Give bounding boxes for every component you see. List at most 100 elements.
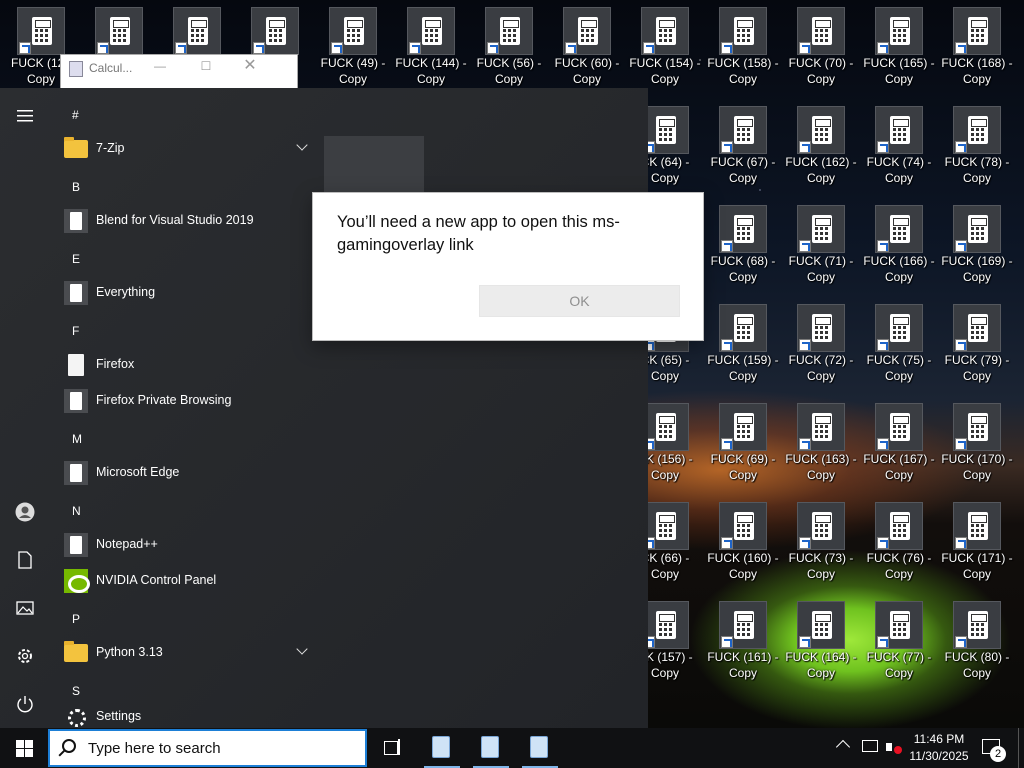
desktop-shortcut[interactable]: FUCK (163) - Copy xyxy=(784,399,858,495)
desktop-shortcut[interactable]: FUCK (67) - Copy xyxy=(706,102,780,198)
calculator-shortcut-icon xyxy=(953,403,1001,451)
taskbar-app-calculator[interactable] xyxy=(520,728,560,768)
shortcut-arrow-icon xyxy=(799,141,811,153)
desktop-shortcut[interactable]: FUCK (161) - Copy xyxy=(706,597,780,693)
shortcut-arrow-icon xyxy=(877,438,889,450)
app-item-settings[interactable]: Settings xyxy=(62,701,306,728)
network-icon[interactable] xyxy=(862,740,878,752)
desktop-shortcut[interactable]: FUCK (71) - Copy xyxy=(784,201,858,297)
desktop-shortcut-label: FUCK (163) - Copy xyxy=(785,452,857,482)
shortcut-arrow-icon xyxy=(799,339,811,351)
desktop-shortcut[interactable]: FUCK (70) - Copy xyxy=(784,3,858,99)
start-button[interactable] xyxy=(0,728,48,768)
hamburger-menu-icon[interactable] xyxy=(9,100,41,132)
calculator-shortcut-icon xyxy=(875,403,923,451)
shortcut-arrow-icon xyxy=(97,42,109,54)
desktop-shortcut[interactable]: FUCK (164) - Copy xyxy=(784,597,858,693)
maximize-icon[interactable]: ☐ xyxy=(199,59,213,73)
taskbar-search-box[interactable]: Type here to search xyxy=(48,729,367,767)
desktop-shortcut[interactable]: FUCK (73) - Copy xyxy=(784,498,858,594)
desktop-shortcut[interactable]: FUCK (160) - Copy xyxy=(706,498,780,594)
calculator-shortcut-icon xyxy=(641,7,689,55)
app-name: Firefox xyxy=(96,357,135,371)
close-icon[interactable]: ✕ xyxy=(243,58,257,74)
user-account-icon[interactable] xyxy=(9,496,41,528)
desktop-shortcut[interactable]: FUCK (60) - Copy xyxy=(550,3,624,99)
settings-icon[interactable] xyxy=(9,640,41,672)
desktop-shortcut[interactable]: FUCK (72) - Copy xyxy=(784,300,858,396)
desktop-shortcut[interactable]: FUCK (167) - Copy xyxy=(862,399,936,495)
letter-header[interactable]: E xyxy=(72,252,80,266)
letter-header[interactable]: F xyxy=(72,324,79,338)
app-item-edge[interactable]: Microsoft Edge xyxy=(62,457,306,489)
volume-muted-icon[interactable] xyxy=(886,740,902,754)
calculator-shortcut-icon xyxy=(719,502,767,550)
calculator-shortcut-icon xyxy=(719,106,767,154)
shortcut-arrow-icon xyxy=(253,42,265,54)
start-tile[interactable] xyxy=(324,136,424,196)
desktop-shortcut[interactable]: FUCK (76) - Copy xyxy=(862,498,936,594)
desktop-shortcut-label: FUCK (168) - Copy xyxy=(941,56,1013,86)
desktop-shortcut[interactable]: FUCK (69) - Copy xyxy=(706,399,780,495)
taskbar-app-calculator[interactable] xyxy=(422,728,462,768)
app-item-notepadpp[interactable]: Notepad++ xyxy=(62,529,306,561)
app-item-python[interactable]: Python 3.13 xyxy=(62,637,308,669)
letter-header[interactable]: S xyxy=(72,684,80,698)
desktop-shortcut-label: FUCK (154) - Copy xyxy=(629,56,701,86)
show-hidden-icons-chevron-icon[interactable] xyxy=(835,739,851,755)
calculator-icon xyxy=(481,736,499,758)
app-item-firefox[interactable]: Firefox xyxy=(62,349,306,381)
desktop-shortcut[interactable]: FUCK (166) - Copy xyxy=(862,201,936,297)
desktop-shortcut[interactable]: FUCK (171) - Copy xyxy=(940,498,1014,594)
show-desktop-button[interactable] xyxy=(1018,728,1019,768)
calculator-shortcut-icon xyxy=(641,403,689,451)
desktop-shortcut[interactable]: FUCK (159) - Copy xyxy=(706,300,780,396)
desktop-shortcut-label: FUCK (68) - Copy xyxy=(710,254,776,284)
desktop-shortcut-label: FUCK (162) - Copy xyxy=(785,155,857,185)
desktop-shortcut[interactable]: FUCK (169) - Copy xyxy=(940,201,1014,297)
letter-header[interactable]: M xyxy=(72,432,82,446)
desktop-shortcut[interactable]: FUCK (79) - Copy xyxy=(940,300,1014,396)
pictures-icon[interactable] xyxy=(9,592,41,624)
app-item-blend[interactable]: Blend for Visual Studio 2019 xyxy=(62,205,306,237)
desktop-shortcut-label: FUCK (144) - Copy xyxy=(395,56,467,86)
desktop-shortcut[interactable]: FUCK (78) - Copy xyxy=(940,102,1014,198)
letter-header[interactable]: N xyxy=(72,504,81,518)
desktop-shortcut[interactable]: FUCK (162) - Copy xyxy=(784,102,858,198)
desktop-shortcut[interactable]: FUCK (80) - Copy xyxy=(940,597,1014,693)
calculator-shortcut-icon xyxy=(95,7,143,55)
calculator-shortcut-icon xyxy=(719,304,767,352)
desktop-shortcut[interactable]: FUCK (49) - Copy xyxy=(316,3,390,99)
task-view-icon[interactable] xyxy=(378,736,406,760)
taskbar: Type here to search 11:46 PM 11/30/2025 … xyxy=(0,728,1024,768)
letter-header[interactable]: B xyxy=(72,180,80,194)
desktop-shortcut[interactable]: FUCK (168) - Copy xyxy=(940,3,1014,99)
shortcut-arrow-icon xyxy=(487,42,499,54)
shortcut-arrow-icon xyxy=(721,141,733,153)
chevron-down-icon[interactable] xyxy=(296,139,308,151)
taskbar-app-calculator[interactable] xyxy=(471,728,511,768)
app-item-everything[interactable]: Everything xyxy=(62,277,306,309)
minimize-icon[interactable]: — xyxy=(153,59,167,73)
power-icon[interactable] xyxy=(9,688,41,720)
app-item-firefox-private[interactable]: Firefox Private Browsing xyxy=(62,385,306,417)
desktop-shortcut[interactable]: FUCK (74) - Copy xyxy=(862,102,936,198)
app-item-7zip[interactable]: 7-Zip xyxy=(62,133,308,165)
desktop-shortcut[interactable]: FUCK (77) - Copy xyxy=(862,597,936,693)
desktop-shortcut[interactable]: FUCK (158) - Copy xyxy=(706,3,780,99)
desktop-shortcut[interactable]: FUCK (165) - Copy xyxy=(862,3,936,99)
ok-button[interactable]: OK xyxy=(479,285,680,317)
documents-icon[interactable] xyxy=(9,544,41,576)
clock[interactable]: 11:46 PM 11/30/2025 xyxy=(904,731,974,765)
desktop-shortcut[interactable]: FUCK (56) - Copy xyxy=(472,3,546,99)
desktop-shortcut[interactable]: FUCK (170) - Copy xyxy=(940,399,1014,495)
shortcut-arrow-icon xyxy=(877,42,889,54)
desktop-shortcut[interactable]: FUCK (68) - Copy xyxy=(706,201,780,297)
letter-header[interactable]: P xyxy=(72,612,80,626)
desktop-shortcut[interactable]: FUCK (75) - Copy xyxy=(862,300,936,396)
desktop-shortcut[interactable]: FUCK (154) - Copy xyxy=(628,3,702,99)
chevron-down-icon[interactable] xyxy=(296,643,308,655)
app-item-nvidia[interactable]: NVIDIA Control Panel xyxy=(62,565,306,597)
letter-header[interactable]: # xyxy=(72,108,79,122)
desktop-shortcut[interactable]: FUCK (144) - Copy xyxy=(394,3,468,99)
